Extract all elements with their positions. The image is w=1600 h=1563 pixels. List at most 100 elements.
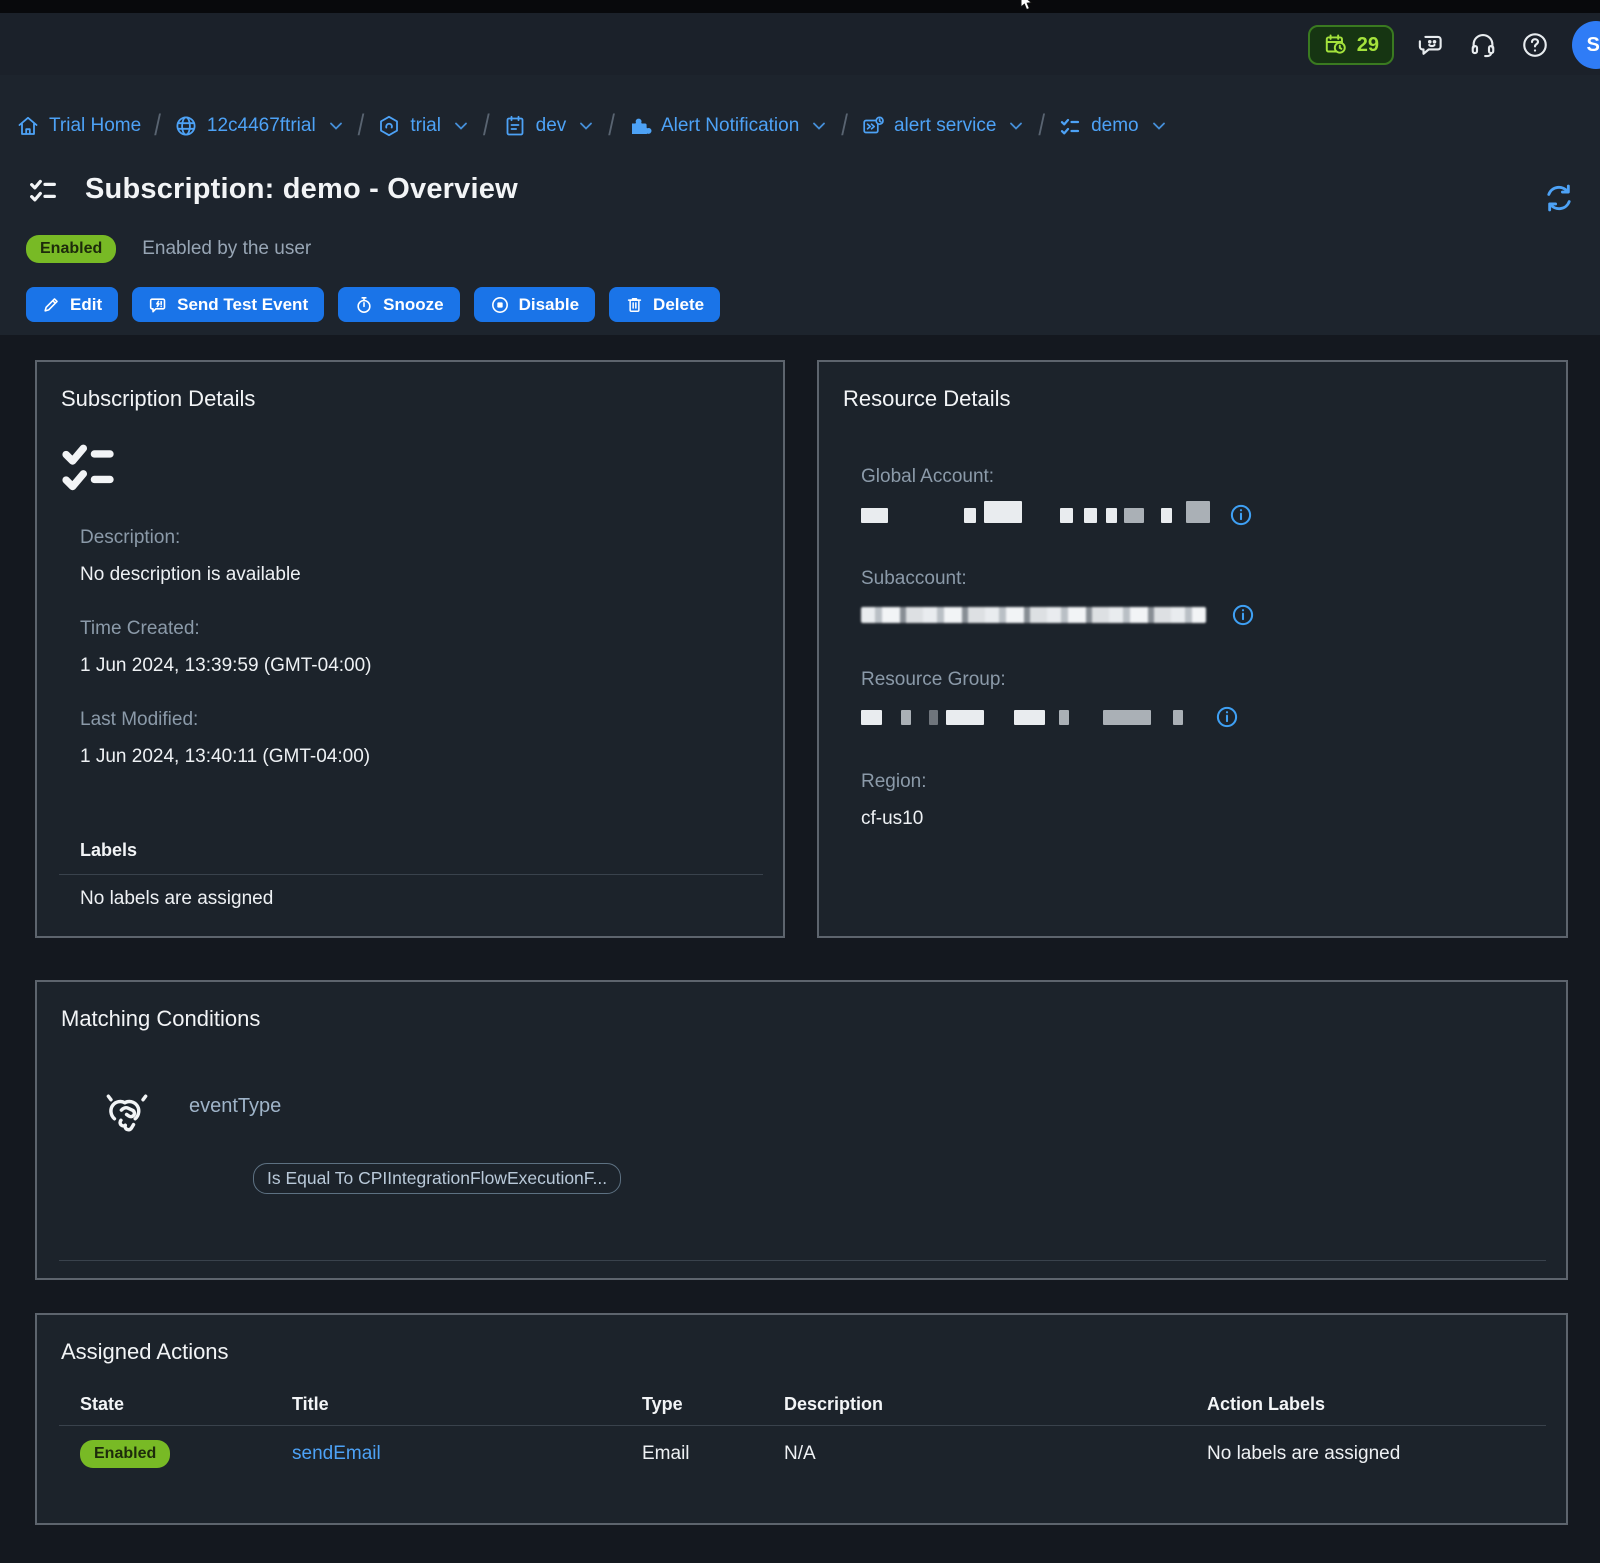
hexagon-icon xyxy=(377,114,401,138)
subaccount-label: Subaccount: xyxy=(861,568,967,590)
chevron-down-icon[interactable] xyxy=(577,117,595,135)
help-icon xyxy=(1520,30,1550,60)
breadcrumb-label: Alert Notification xyxy=(661,115,799,137)
panel-title: Matching Conditions xyxy=(61,1006,260,1032)
table-header-row: State Title Type Description Action Labe… xyxy=(37,1383,1566,1425)
subaccount-redacted-value xyxy=(861,602,1256,628)
condition-property: eventType xyxy=(189,1095,281,1118)
action-title-link[interactable]: sendEmail xyxy=(292,1443,381,1464)
info-icon[interactable] xyxy=(1230,602,1256,628)
column-header-title: Title xyxy=(292,1394,642,1415)
breadcrumb-item-subaccount[interactable]: trial xyxy=(377,114,470,138)
resource-group-label: Resource Group: xyxy=(861,669,1006,691)
button-label: Delete xyxy=(653,295,704,315)
headset-icon xyxy=(1468,30,1498,60)
divider xyxy=(59,874,763,875)
condition-chip[interactable]: Is Equal To CPIIntegrationFlowExecutionF… xyxy=(253,1163,621,1194)
app-header-region: 29 xyxy=(0,13,1600,335)
matching-conditions-panel: Matching Conditions eventType Is Equal T… xyxy=(35,980,1568,1280)
puzzle-icon xyxy=(628,114,652,138)
feedback-button[interactable] xyxy=(1416,30,1446,60)
avatar-initials: SI xyxy=(1587,34,1600,57)
breadcrumb-item-space[interactable]: dev xyxy=(503,114,596,138)
time-created-value: 1 Jun 2024, 13:39:59 (GMT-04:00) xyxy=(80,655,372,677)
chevron-down-icon[interactable] xyxy=(1150,117,1168,135)
service-icon xyxy=(861,114,885,138)
help-button[interactable] xyxy=(1520,30,1550,60)
button-label: Snooze xyxy=(383,295,443,315)
edit-button[interactable]: Edit xyxy=(26,287,118,322)
page-title-row: Subscription: demo - Overview xyxy=(27,173,518,206)
stopwatch-icon xyxy=(354,295,374,315)
disable-button[interactable]: Disable xyxy=(474,287,595,322)
action-description: N/A xyxy=(784,1443,1207,1465)
chevron-down-icon[interactable] xyxy=(810,117,828,135)
delete-button[interactable]: Delete xyxy=(609,287,720,322)
trial-days-badge[interactable]: 29 xyxy=(1308,25,1394,65)
subscription-checklist-icon xyxy=(27,174,59,206)
handshake-icon xyxy=(101,1088,153,1140)
breadcrumb-item-trial-home[interactable]: Trial Home xyxy=(16,114,141,138)
column-header-description: Description xyxy=(784,1394,1207,1415)
region-label: Region: xyxy=(861,771,927,793)
mouse-cursor xyxy=(1018,0,1034,12)
refresh-button[interactable] xyxy=(1542,181,1576,218)
breadcrumb-label: 12c4467ftrial xyxy=(207,115,316,137)
info-icon[interactable] xyxy=(1214,704,1240,730)
status-badge: Enabled xyxy=(26,235,116,263)
refresh-icon xyxy=(1542,181,1576,215)
subscription-details-panel: Subscription Details Description: No des… xyxy=(35,360,785,938)
trial-days-count: 29 xyxy=(1357,34,1379,57)
breadcrumb-separator: / xyxy=(1038,109,1045,144)
test-event-icon xyxy=(148,295,168,315)
home-icon xyxy=(16,114,40,138)
stop-circle-icon xyxy=(490,295,510,315)
action-labels: No labels are assigned xyxy=(1207,1443,1566,1465)
breadcrumb-separator: / xyxy=(154,109,161,144)
column-header-action-labels: Action Labels xyxy=(1207,1394,1566,1415)
button-label: Edit xyxy=(70,295,102,315)
action-state-badge: Enabled xyxy=(80,1440,170,1468)
panel-title: Assigned Actions xyxy=(61,1339,229,1365)
button-label: Disable xyxy=(519,295,579,315)
labels-heading: Labels xyxy=(80,840,137,861)
subscription-type-icon xyxy=(59,438,127,496)
chevron-down-icon[interactable] xyxy=(1007,117,1025,135)
last-modified-label: Last Modified: xyxy=(80,709,198,731)
snooze-button[interactable]: Snooze xyxy=(338,287,459,322)
pencil-icon xyxy=(42,295,61,314)
breadcrumb-label: Trial Home xyxy=(49,115,141,137)
avatar[interactable]: SI xyxy=(1572,21,1600,69)
feedback-icon xyxy=(1416,30,1446,60)
resource-details-panel: Resource Details Global Account: Subacco… xyxy=(817,360,1568,938)
trash-icon xyxy=(625,295,644,314)
breadcrumb-label: trial xyxy=(410,115,441,137)
breadcrumb-separator: / xyxy=(608,109,615,144)
breadcrumb-item-global-account[interactable]: 12c4467ftrial xyxy=(174,114,345,138)
breadcrumb-item-service[interactable]: Alert Notification xyxy=(628,114,828,138)
column-header-type: Type xyxy=(642,1394,784,1415)
description-value: No description is available xyxy=(80,564,301,586)
panel-title: Subscription Details xyxy=(61,386,255,412)
shell-bar: 29 xyxy=(0,13,1600,75)
chevron-down-icon[interactable] xyxy=(452,117,470,135)
breadcrumb-separator: / xyxy=(358,109,365,144)
clipboard-icon xyxy=(503,114,527,138)
screen: 29 xyxy=(0,0,1600,1563)
page-title: Subscription: demo - Overview xyxy=(85,173,518,206)
region-value: cf-us10 xyxy=(861,808,923,830)
breadcrumb-item-subscription[interactable]: demo xyxy=(1058,114,1168,138)
chevron-down-icon[interactable] xyxy=(327,117,345,135)
column-header-state: State xyxy=(80,1394,292,1415)
table-row: Enabled sendEmail Email N/A No labels ar… xyxy=(37,1426,1566,1482)
time-created-label: Time Created: xyxy=(80,618,200,640)
support-button[interactable] xyxy=(1468,30,1498,60)
os-top-strip xyxy=(0,0,1600,13)
info-icon[interactable] xyxy=(1228,502,1254,528)
send-test-event-button[interactable]: Send Test Event xyxy=(132,287,324,322)
breadcrumb-separator: / xyxy=(841,109,848,144)
description-label: Description: xyxy=(80,527,180,549)
breadcrumb-item-service-instance[interactable]: alert service xyxy=(861,114,1025,138)
status-text: Enabled by the user xyxy=(142,238,311,260)
button-label: Send Test Event xyxy=(177,295,308,315)
